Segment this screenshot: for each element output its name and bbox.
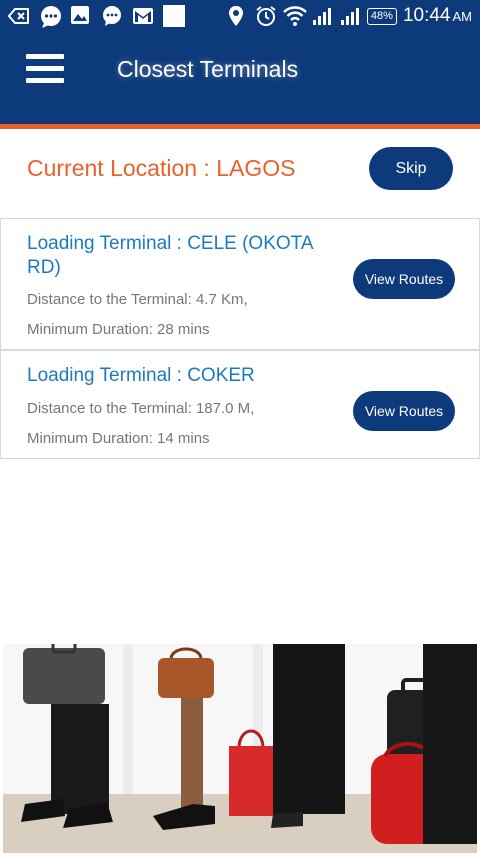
chat-bubble-icon	[39, 5, 61, 28]
location-icon	[227, 5, 249, 27]
current-location-label: Current Location : LAGOS	[27, 155, 296, 181]
terminal-card: Loading Terminal : COKER Distance to the…	[0, 350, 480, 459]
notification-icons	[7, 5, 185, 28]
terminal-name[interactable]: Loading Terminal : CELE (OKOTA RD)	[27, 232, 327, 280]
gmail-icon	[132, 5, 154, 27]
terminal-duration: Minimum Duration: 14 mins	[27, 430, 210, 447]
clock: 10:44 AM	[403, 5, 472, 27]
page-title: Closest Terminals	[117, 56, 299, 82]
signal-icon-2	[339, 5, 361, 27]
current-location-row: Current Location : LAGOS Skip	[0, 130, 480, 218]
terminal-distance: Distance to the Terminal: 187.0 M,	[27, 400, 255, 417]
terminal-name[interactable]: Loading Terminal : COKER	[27, 364, 327, 388]
battery-icon: 48%	[366, 7, 397, 25]
view-routes-button[interactable]: View Routes	[353, 391, 455, 431]
hamburger-menu-icon[interactable]	[26, 54, 64, 86]
status-bar: 48% 10:44 AM	[0, 0, 480, 32]
terminal-distance: Distance to the Terminal: 4.7 Km,	[27, 291, 248, 308]
backspace-icon	[7, 5, 30, 27]
view-routes-button[interactable]: View Routes	[353, 259, 455, 299]
terminal-card: Loading Terminal : CELE (OKOTA RD) Dista…	[0, 218, 480, 350]
signal-icon	[311, 5, 333, 27]
alarm-icon	[255, 5, 277, 27]
blank-notification-icon	[163, 5, 185, 27]
clock-ampm: AM	[452, 9, 473, 24]
image-icon	[70, 5, 92, 27]
accent-divider	[0, 124, 480, 129]
photo-illustration	[3, 644, 477, 853]
system-icons: 48% 10:44 AM	[227, 5, 472, 27]
skip-button[interactable]: Skip	[369, 147, 453, 190]
travelers-luggage-photo	[3, 644, 477, 853]
app-bar: Closest Terminals	[0, 32, 480, 124]
terminal-duration: Minimum Duration: 28 mins	[27, 321, 210, 338]
message-icon	[101, 5, 123, 27]
wifi-icon	[283, 5, 307, 27]
clock-time: 10:44	[402, 5, 451, 26]
